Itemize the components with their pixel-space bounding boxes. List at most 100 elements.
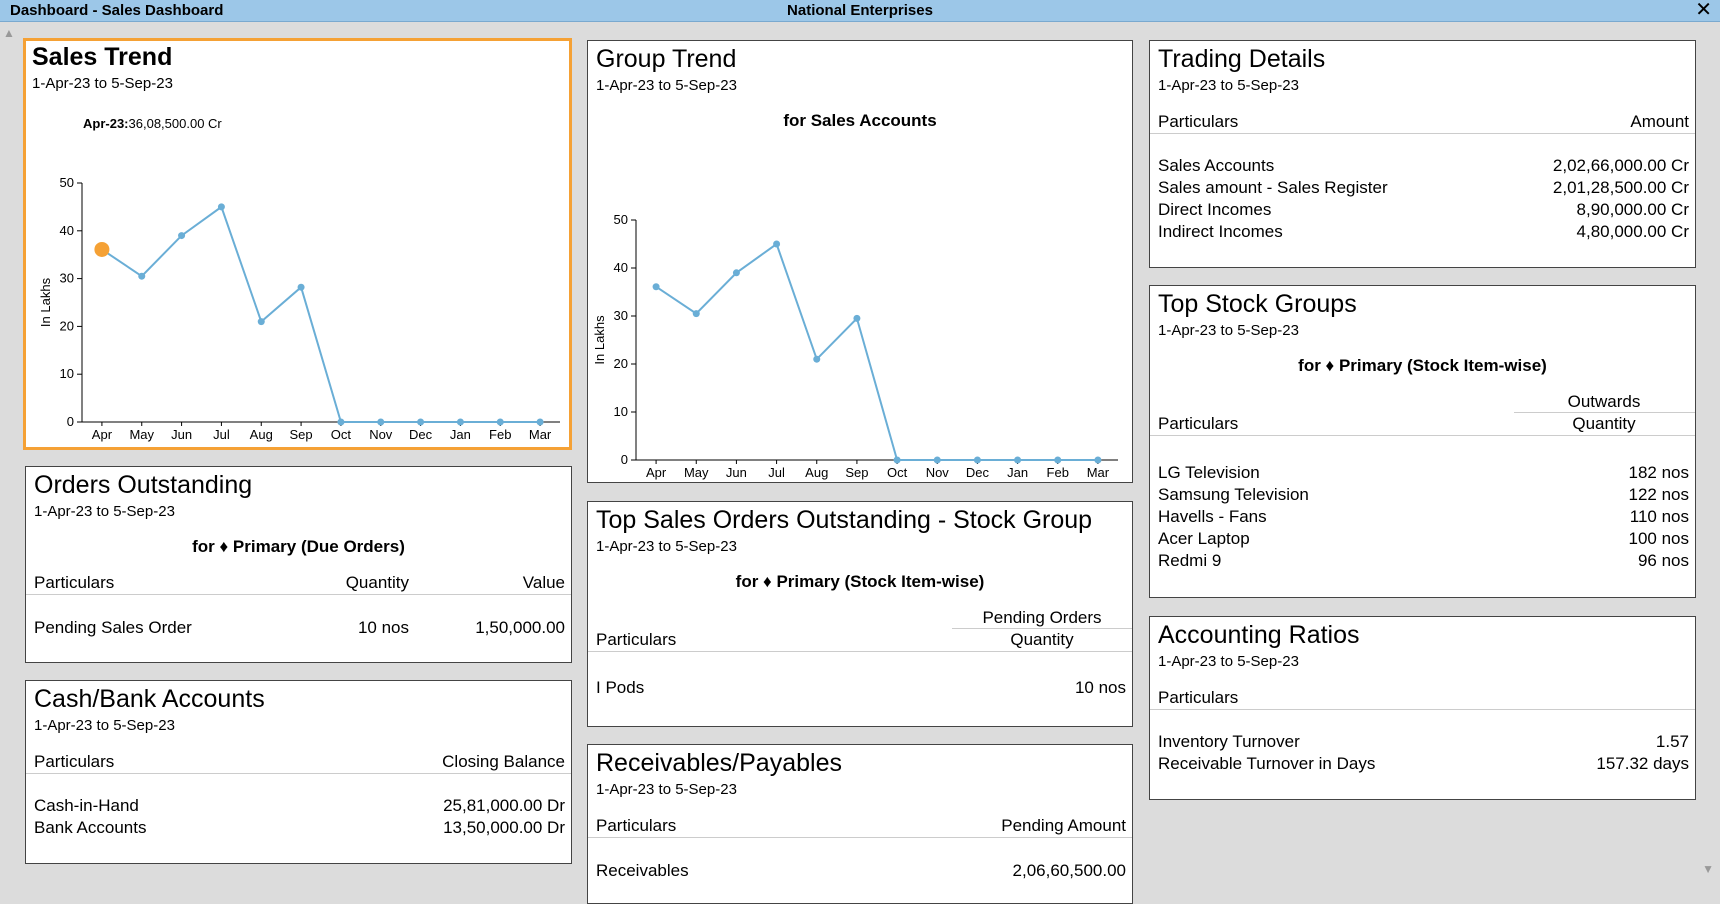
y-tick-label: 40 — [60, 223, 74, 238]
panel-period: 1-Apr-23 to 5-Sep-23 — [596, 77, 737, 94]
orders-outstanding-panel[interactable]: Orders Outstanding 1-Apr-23 to 5-Sep-23 … — [25, 466, 572, 663]
table-row[interactable]: Indirect Incomes 4,80,000.00 Cr — [1158, 222, 1689, 244]
divider — [1514, 412, 1695, 413]
data-point — [178, 232, 186, 240]
panel-period: 1-Apr-23 to 5-Sep-23 — [32, 75, 173, 92]
data-point — [1094, 456, 1102, 464]
y-tick-label: 20 — [60, 318, 74, 333]
col-group-header: Outwards — [1567, 392, 1641, 411]
col-pending-amount: Pending Amount — [1001, 816, 1126, 835]
table-row[interactable]: Havells - Fans 110 nos — [1158, 507, 1689, 529]
scroll-down-icon[interactable]: ▼ — [1702, 862, 1714, 876]
data-point — [893, 456, 901, 464]
x-tick-label: -23 — [292, 444, 311, 447]
panel-subtitle: for ♦ Primary (Stock Item-wise) — [735, 572, 985, 591]
data-point — [138, 272, 146, 280]
y-tick-label: 30 — [614, 308, 628, 323]
data-point — [217, 203, 225, 211]
sales-trend-chart[interactable]: 0 10 20 30 40 50 In Lakhs Apr -23 May -23 Jun -23 Jul… — [26, 117, 569, 447]
x-tick-label: Dec — [409, 427, 433, 442]
panel-period: 1-Apr-23 to 5-Sep-23 — [596, 538, 737, 555]
table-row[interactable]: LG Television 182 nos — [1158, 463, 1689, 485]
top-sales-orders-panel[interactable]: Top Sales Orders Outstanding - Stock Gro… — [587, 501, 1133, 727]
close-icon[interactable]: ✕ — [1695, 0, 1712, 20]
col-particulars: Particulars — [596, 816, 677, 835]
cash-bank-panel[interactable]: Cash/Bank Accounts 1-Apr-23 to 5-Sep-23 … — [25, 680, 572, 864]
x-tick-label: Jul — [768, 465, 785, 480]
panel-period: 1-Apr-23 to 5-Sep-23 — [1158, 653, 1299, 670]
panel-title: Group Trend — [596, 45, 737, 73]
data-point — [377, 418, 385, 426]
data-point — [973, 456, 981, 464]
table-row[interactable]: Sales Accounts 2,02,66,000.00 Cr — [1158, 156, 1689, 178]
table-row[interactable]: Direct Incomes 8,90,000.00 Cr — [1158, 200, 1689, 222]
x-tick-label: -23 — [411, 444, 430, 447]
data-point — [732, 269, 740, 277]
accounting-ratios-panel[interactable]: Accounting Ratios 1-Apr-23 to 5-Sep-23 P… — [1149, 616, 1696, 800]
y-axis-label: In Lakhs — [592, 315, 607, 365]
x-tick-label: Mar — [529, 427, 552, 442]
x-tick-label: Jan — [1007, 465, 1028, 480]
receivables-payables-panel[interactable]: Receivables/Payables 1-Apr-23 to 5-Sep-2… — [587, 744, 1133, 904]
x-tick-label: Feb — [489, 427, 511, 442]
divider — [588, 651, 1132, 652]
table-row[interactable]: Pending Sales Order 10 nos 1,50,000.00 — [34, 618, 565, 640]
table-row[interactable]: Cash-in-Hand 25,81,000.00 Dr — [34, 796, 565, 818]
table-row[interactable]: Acer Laptop 100 nos — [1158, 529, 1689, 551]
x-tick-label: Aug — [250, 427, 273, 442]
table-row[interactable]: I Pods 10 nos — [596, 678, 1126, 700]
divider — [1150, 133, 1695, 134]
col-particulars: Particulars — [1158, 414, 1239, 433]
divider — [26, 773, 571, 774]
x-tick-label: Oct — [331, 427, 352, 442]
panel-title: Top Stock Groups — [1158, 290, 1357, 318]
divider — [1150, 709, 1695, 710]
panel-subtitle: for Sales Accounts — [783, 111, 937, 130]
divider — [26, 594, 571, 595]
data-point — [297, 283, 305, 291]
panel-period: 1-Apr-23 to 5-Sep-23 — [34, 717, 175, 734]
group-trend-chart[interactable]: 01020304050In LakhsApr-23May-23Jun-23Jul… — [588, 151, 1132, 481]
scroll-up-icon[interactable]: ▲ — [3, 26, 15, 40]
trading-details-panel[interactable]: Trading Details 1-Apr-23 to 5-Sep-23 Par… — [1149, 40, 1696, 268]
panel-title: Sales Trend — [32, 43, 173, 71]
data-point — [652, 283, 660, 291]
col-closing-balance: Closing Balance — [442, 752, 565, 771]
table-row[interactable]: Receivables 2,06,60,500.00 — [596, 861, 1126, 883]
data-point — [692, 310, 700, 318]
table-row[interactable]: Sales amount - Sales Register 2,01,28,500… — [1158, 178, 1689, 200]
x-tick-label: Sep — [845, 465, 868, 480]
panel-title: Accounting Ratios — [1158, 621, 1360, 649]
y-tick-label: 50 — [60, 175, 74, 190]
y-tick-label: 10 — [614, 404, 628, 419]
x-tick-label: Sep — [290, 427, 313, 442]
highlighted-point — [94, 241, 110, 257]
top-stock-groups-panel[interactable]: Top Stock Groups 1-Apr-23 to 5-Sep-23 fo… — [1149, 285, 1696, 598]
panel-title: Trading Details — [1158, 45, 1326, 73]
group-trend-panel[interactable]: Group Trend 1-Apr-23 to 5-Sep-23 for Sal… — [587, 40, 1133, 483]
x-tick-label: Nov — [369, 427, 393, 442]
col-group-header: Pending Orders — [982, 608, 1102, 627]
x-tick-label: Jul — [213, 427, 230, 442]
table-row[interactable]: Samsung Television 122 nos — [1158, 485, 1689, 507]
panel-period: 1-Apr-23 to 5-Sep-23 — [1158, 322, 1299, 339]
x-tick-label: Jun — [171, 427, 192, 442]
panel-title: Cash/Bank Accounts — [34, 685, 265, 713]
panel-title: Orders Outstanding — [34, 471, 253, 499]
x-tick-label: Mar — [1087, 465, 1110, 480]
x-tick-label: -23 — [132, 444, 151, 447]
x-tick-label: Jun — [726, 465, 747, 480]
table-row[interactable]: Redmi 9 96 nos — [1158, 551, 1689, 573]
table-row[interactable]: Inventory Turnover 1.57 — [1158, 732, 1689, 754]
x-tick-label: Apr — [92, 427, 113, 442]
table-row[interactable]: Receivable Turnover in Days 157.32 days — [1158, 754, 1689, 776]
x-tick-label: -23 — [252, 444, 271, 447]
x-tick-label: Oct — [887, 465, 908, 480]
y-tick-label: 20 — [614, 356, 628, 371]
col-particulars: Particulars — [34, 573, 115, 592]
table-row[interactable]: Bank Accounts 13,50,000.00 Dr — [34, 818, 565, 840]
x-tick-label: -23 — [172, 444, 191, 447]
x-tick-label: Nov — [926, 465, 950, 480]
sales-trend-panel[interactable]: Sales Trend 1-Apr-23 to 5-Sep-23 Apr-23:… — [23, 38, 572, 450]
y-tick-label: 40 — [614, 260, 628, 275]
